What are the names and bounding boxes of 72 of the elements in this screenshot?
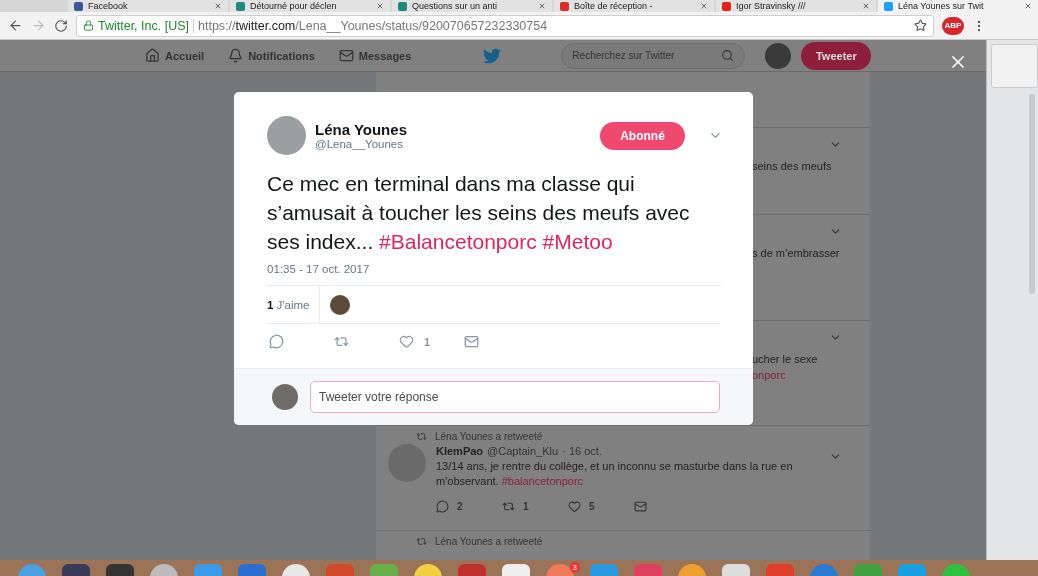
address-bar[interactable]: Twitter, Inc. [US] https://twitter.com/Lena__Younes/status/920070657232330754 [76, 14, 934, 37]
tweet-text: seins des meufs [752, 159, 833, 174]
browser-tab[interactable]: Igor Stravinsky /// [716, 0, 876, 12]
close-icon[interactable] [1024, 2, 1032, 10]
bird-logo-icon [483, 46, 502, 65]
favicon-icon [560, 1, 569, 11]
tweet-text: 13/14 ans, je rentre du collège, et un inconnu se masturbe dans la rue en m'observant. #balancetonporc [436, 459, 794, 489]
back-icon[interactable] [8, 18, 23, 33]
heart-icon[interactable] [399, 334, 414, 349]
retweet-note: Léna Younes a retweeté [435, 536, 543, 547]
browser-tab[interactable]: Boîte de réception - [554, 0, 714, 12]
close-icon[interactable] [862, 2, 870, 10]
site-identity: Twitter, Inc. [US] [98, 18, 189, 33]
favicon-icon [398, 1, 407, 11]
tweet-date: · 16 oct. [562, 444, 602, 459]
action-count: 2 [457, 500, 463, 514]
bell-icon [228, 48, 244, 63]
search-icon [721, 49, 735, 62]
tweet-button[interactable]: Tweeter [801, 41, 872, 70]
favicon-icon [722, 1, 731, 11]
user-name: KlemPao [436, 444, 484, 459]
user-handle: @Captain_Klu [487, 444, 559, 459]
lock-icon [83, 20, 94, 31]
heart-icon[interactable] [568, 500, 581, 513]
user-name: Léna Younes [315, 121, 408, 138]
favicon-icon [236, 1, 245, 11]
retweet-note: Léna Younes a retweeté [435, 431, 543, 442]
avatar[interactable] [330, 294, 351, 315]
avatar [272, 384, 298, 410]
tweet-text: ucher le sexe [752, 352, 819, 367]
reply-field[interactable]: Tweeter votre réponse [310, 381, 720, 413]
tweet-timestamp: 01:35 - 17 oct. 2017 [267, 263, 371, 275]
browser-tab[interactable]: Léna Younes sur Twit [878, 0, 1038, 12]
close-icon[interactable] [700, 2, 708, 10]
hashtag-link[interactable]: #Metoo [542, 230, 613, 253]
favicon-icon [884, 1, 893, 11]
envelope-icon [338, 48, 354, 63]
forward-icon[interactable] [31, 18, 46, 33]
side-window-toolbar [991, 44, 1038, 88]
retweet-icon[interactable] [334, 334, 349, 349]
browser-tab[interactable]: Questions sur un anti [392, 0, 552, 12]
action-count: 5 [589, 500, 595, 514]
retweet-icon[interactable] [502, 500, 515, 513]
home-icon [145, 48, 160, 63]
hashtag-link[interactable]: #Balancetonporc [379, 230, 537, 253]
envelope-icon[interactable] [634, 500, 647, 513]
tweet-text: Ce mec en terminal dans ma classe qui s’amusait à toucher les seins des meufs avec ses index... #Balancetonporc #Metoo [267, 171, 691, 255]
favicon-icon [74, 1, 83, 11]
close-icon[interactable] [538, 2, 546, 10]
likes-count[interactable]: 1 J'aime [267, 286, 321, 323]
action-count: 1 [424, 335, 431, 348]
adblock-extension-icon[interactable]: ABP [942, 16, 964, 35]
tweet-text: onporc [752, 368, 787, 383]
follow-button[interactable]: Abonné [600, 121, 685, 150]
retweet-icon [416, 431, 427, 442]
retweet-icon [416, 536, 427, 547]
nav-link[interactable]: Messages [338, 48, 412, 63]
reply-icon[interactable] [269, 334, 284, 349]
notification-badge: 3 [569, 562, 580, 573]
browser-tab[interactable]: Détourné pour déclen [230, 0, 390, 12]
browser-tab[interactable]: Facebook [68, 0, 228, 12]
bookmark-star-icon[interactable] [914, 19, 927, 32]
url-text: https://twitter.com/Lena__Younes/status/920070657232330754 [198, 18, 549, 33]
action-count: 1 [523, 500, 529, 514]
close-icon[interactable] [376, 2, 384, 10]
user-handle: @Lena__Younes [315, 138, 404, 150]
reply-icon[interactable] [436, 500, 449, 513]
reload-icon[interactable] [54, 18, 68, 33]
close-icon[interactable] [214, 2, 222, 10]
nav-link[interactable]: Notifications [228, 48, 315, 63]
tweet-text: s de m’embrasser [752, 246, 841, 261]
envelope-icon[interactable] [464, 334, 479, 349]
